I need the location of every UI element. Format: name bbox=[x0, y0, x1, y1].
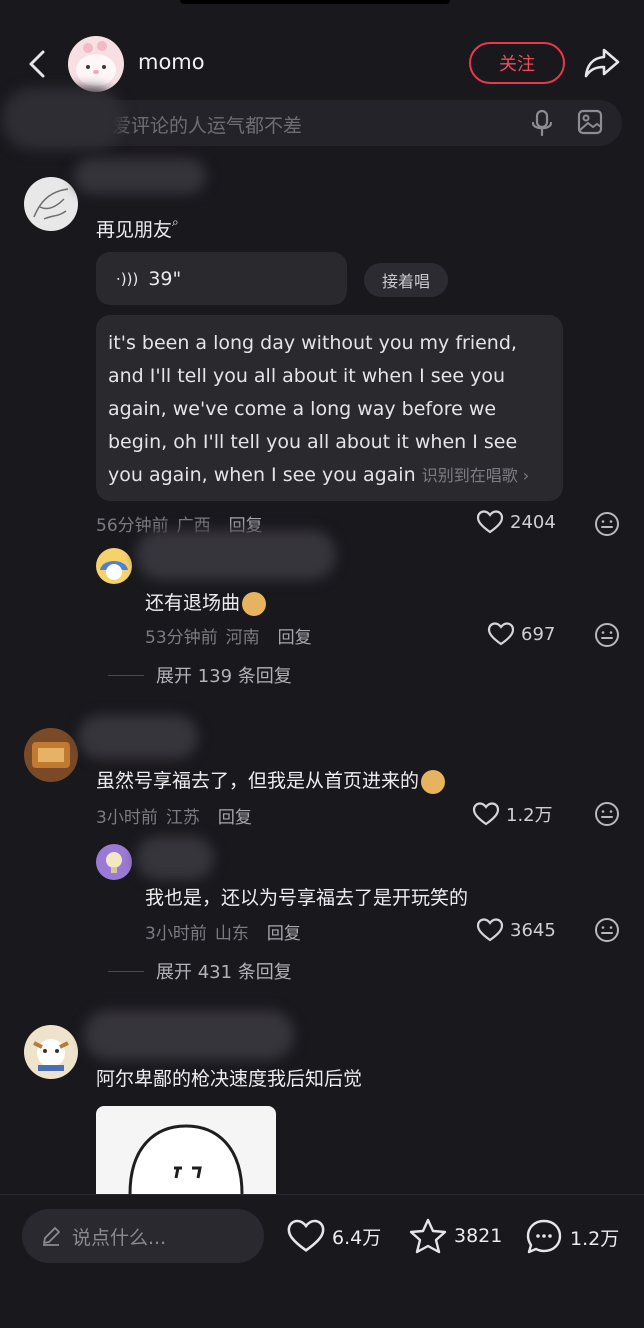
recognize-link[interactable]: 识别到在唱歌 › bbox=[422, 466, 530, 485]
comment-text-value: 再见朋友 bbox=[96, 219, 173, 241]
reply-avatar[interactable] bbox=[96, 548, 132, 584]
pencil-icon bbox=[43, 1227, 60, 1246]
like-count: 2404 bbox=[510, 511, 556, 533]
search-placeholder: 爱评论的人运气都不差 bbox=[112, 115, 303, 137]
reply-meta: 53分钟前 河南 回复 bbox=[145, 623, 312, 648]
reply-text-value: 还有退场曲 bbox=[145, 592, 241, 614]
commenter-avatar[interactable] bbox=[24, 177, 78, 231]
redaction-blur bbox=[136, 530, 336, 580]
heart-icon bbox=[287, 1219, 325, 1252]
author-avatar[interactable] bbox=[68, 36, 124, 92]
search-icon: ⌕ bbox=[172, 215, 179, 229]
star-icon bbox=[409, 1218, 447, 1254]
reply-like-button[interactable]: 3645 bbox=[476, 917, 556, 943]
expand-divider bbox=[108, 970, 144, 972]
collect-button[interactable]: 3821 bbox=[408, 1217, 502, 1255]
emoji-react-icon[interactable] bbox=[594, 917, 620, 943]
redaction-blur bbox=[136, 836, 214, 880]
heart-icon bbox=[472, 802, 500, 826]
redaction-blur bbox=[78, 715, 198, 759]
heart-icon bbox=[487, 622, 515, 646]
reply-time: 3小时前 bbox=[145, 924, 207, 944]
share-button[interactable] bbox=[582, 44, 622, 82]
reply-time: 53分钟前 bbox=[145, 628, 218, 648]
reply-text: 我也是，还以为号享福去了是开玩笑的 bbox=[145, 887, 469, 909]
reply-button[interactable]: 回复 bbox=[267, 919, 301, 944]
post-like-count: 6.4万 bbox=[332, 1226, 382, 1249]
post-star-count: 3821 bbox=[454, 1225, 503, 1247]
lyrics-value: it's been a long day without you my frie… bbox=[108, 332, 518, 486]
reply-like-button[interactable]: 697 bbox=[487, 621, 555, 647]
image-icon[interactable] bbox=[577, 108, 603, 136]
expand-label: 展开 139 条回复 bbox=[156, 666, 292, 687]
redaction-blur bbox=[74, 158, 206, 194]
sing-along-label: 接着唱 bbox=[381, 272, 430, 291]
author-name[interactable]: momo bbox=[138, 50, 205, 74]
like-post-button[interactable]: 6.4万 bbox=[286, 1217, 381, 1255]
comment-input-placeholder: 说点什么... bbox=[72, 1226, 167, 1249]
bottom-bar: 说点什么... 6.4万 3821 1.2万 bbox=[0, 1194, 644, 1328]
redaction-blur bbox=[84, 1010, 294, 1060]
heart-icon bbox=[476, 510, 504, 534]
reply-meta: 3小时前 山东 回复 bbox=[145, 919, 301, 944]
emoji-react-icon[interactable] bbox=[594, 622, 620, 648]
comment-input[interactable]: 说点什么... bbox=[22, 1209, 264, 1263]
heart-icon bbox=[476, 918, 504, 942]
voice-message[interactable]: ⋅))) 39" bbox=[96, 252, 347, 305]
lyrics-text: it's been a long day without you my frie… bbox=[108, 327, 551, 492]
expand-replies-button[interactable]: 展开 139 条回复 bbox=[108, 662, 292, 688]
top-notch bbox=[180, 0, 450, 4]
like-count: 1.2万 bbox=[506, 805, 553, 826]
comment-text-value: 虽然号享福去了，但我是从首页进来的 bbox=[96, 770, 420, 792]
reply-button[interactable]: 回复 bbox=[278, 623, 312, 648]
voice-wave-icon: ⋅))) bbox=[116, 269, 139, 288]
back-button[interactable] bbox=[22, 44, 54, 84]
doge-emoji-icon bbox=[242, 591, 267, 616]
expand-divider bbox=[108, 674, 144, 676]
comment-text: 阿尔卑鄙的枪决速度我后知后觉 bbox=[96, 1068, 363, 1090]
comment-like-button[interactable]: 2404 bbox=[476, 509, 556, 535]
post-comment-count: 1.2万 bbox=[570, 1227, 620, 1250]
commenter-avatar[interactable] bbox=[24, 1025, 78, 1079]
comment-meta: 3小时前 江苏 回复 bbox=[96, 803, 252, 828]
header-bar: momo 关注 bbox=[0, 0, 644, 100]
recognize-label: 识别到在唱歌 bbox=[421, 466, 518, 485]
chevron-left-icon bbox=[29, 50, 45, 78]
reply-location: 山东 bbox=[214, 924, 249, 944]
follow-label: 关注 bbox=[499, 54, 535, 75]
reply-button[interactable]: 回复 bbox=[218, 803, 252, 828]
share-icon bbox=[584, 48, 620, 78]
comment-location: 江苏 bbox=[165, 808, 200, 828]
comment-image[interactable] bbox=[96, 1106, 276, 1194]
sing-along-button[interactable]: 接着唱 bbox=[364, 263, 448, 297]
commenter-avatar[interactable] bbox=[24, 728, 78, 782]
comment-text: 虽然号享福去了，但我是从首页进来的 bbox=[96, 766, 446, 794]
comment-bubble-icon bbox=[526, 1219, 562, 1254]
expand-label: 展开 431 条回复 bbox=[156, 962, 292, 983]
comment-time: 3小时前 bbox=[96, 808, 158, 828]
expand-replies-button[interactable]: 展开 431 条回复 bbox=[108, 958, 292, 984]
emoji-react-icon[interactable] bbox=[594, 511, 620, 537]
follow-button[interactable]: 关注 bbox=[469, 42, 565, 84]
lyrics-box: it's been a long day without you my frie… bbox=[96, 315, 563, 501]
voice-duration: 39" bbox=[148, 267, 182, 290]
emoji-react-icon[interactable] bbox=[594, 801, 620, 827]
like-count: 697 bbox=[521, 623, 556, 645]
reply-text: 还有退场曲 bbox=[145, 588, 267, 616]
microphone-icon[interactable] bbox=[530, 108, 554, 138]
comments-button[interactable]: 1.2万 bbox=[524, 1217, 619, 1257]
doge-emoji-icon bbox=[421, 769, 446, 794]
like-count: 3645 bbox=[510, 919, 556, 941]
comment-text: 再见朋友⌕ bbox=[96, 215, 179, 242]
comment-like-button[interactable]: 1.2万 bbox=[472, 801, 553, 827]
reply-location: 河南 bbox=[225, 628, 260, 648]
chevron-right-icon: › bbox=[522, 466, 530, 485]
reply-avatar[interactable] bbox=[96, 844, 132, 880]
redaction-blur bbox=[2, 88, 124, 150]
